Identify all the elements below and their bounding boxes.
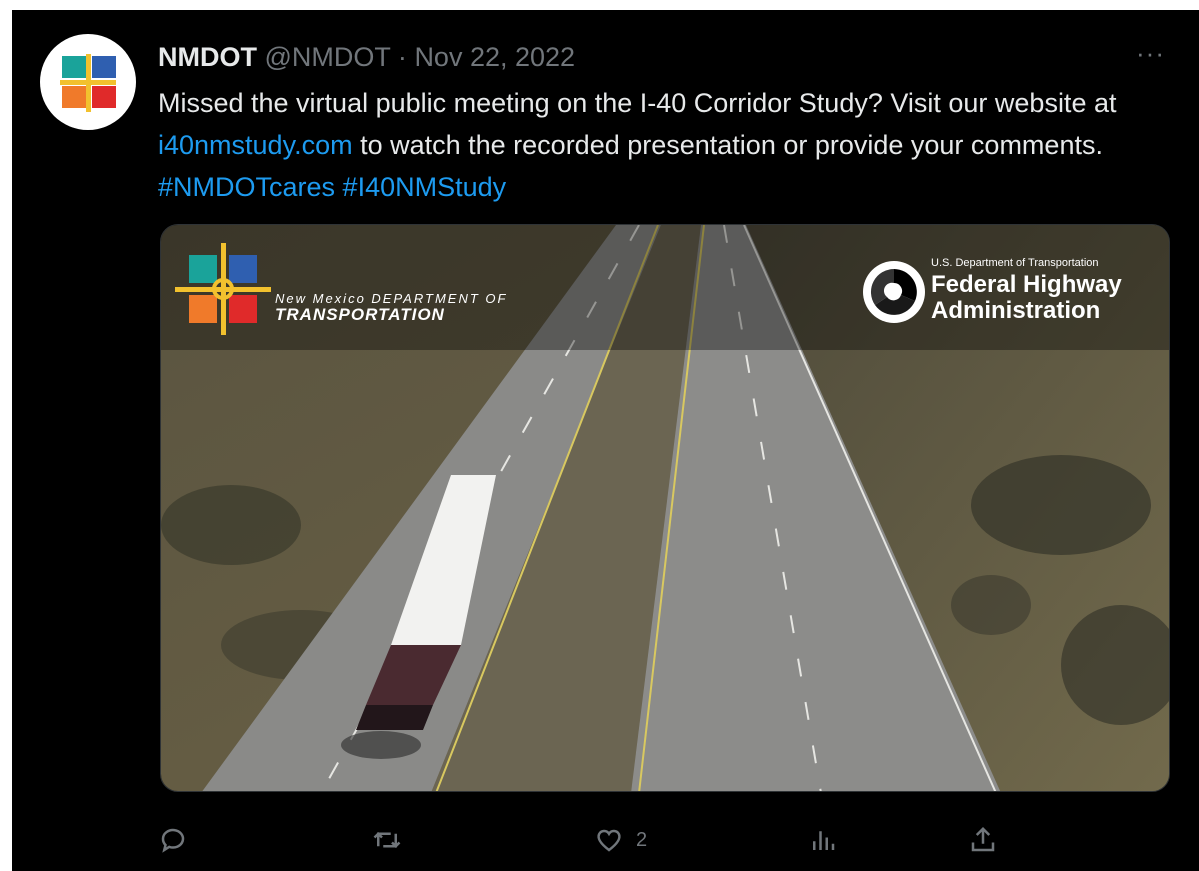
author-handle[interactable]: @NMDOT — [265, 42, 391, 72]
share-icon — [971, 826, 995, 852]
avatar-zia-bar-v — [86, 54, 91, 112]
retweet-icon — [373, 831, 401, 849]
more-horizontal-icon[interactable]: ··· — [1136, 38, 1165, 69]
avatar[interactable] — [40, 34, 136, 130]
tweet-media-image[interactable]: New Mexico DEPARTMENT OF TRANSPORTATION … — [160, 224, 1170, 792]
fhwa-emblem-icon — [863, 261, 925, 323]
hashtag-nmdotcares[interactable]: #NMDOTcares — [158, 172, 335, 202]
tweet-header: NMDOT @NMDOT · Nov 22, 2022 — [158, 40, 575, 74]
tweet-text: Missed the virtual public meeting on the… — [158, 82, 1158, 208]
tweet-actions: 2 — [158, 818, 1168, 862]
reply-icon — [161, 828, 185, 853]
nmdot-logo: New Mexico DEPARTMENT OF TRANSPORTATION — [175, 243, 505, 335]
nm-logo-line1: New Mexico DEPARTMENT OF — [275, 291, 508, 306]
author-name[interactable]: NMDOT — [158, 42, 257, 72]
avatar-square-orange — [62, 86, 86, 108]
views-button[interactable] — [808, 818, 838, 862]
hashtag-i40nmstudy[interactable]: #I40NMStudy — [343, 172, 507, 202]
tweet-date[interactable]: Nov 22, 2022 — [414, 42, 575, 72]
tweet-text-part2: to watch the recorded presentation or pr… — [352, 130, 1103, 160]
heart-icon — [597, 829, 621, 852]
tweet-card[interactable]: NMDOT @NMDOT · Nov 22, 2022 ··· Missed t… — [12, 10, 1199, 871]
share-button[interactable] — [968, 818, 998, 862]
zia-logo-icon — [175, 243, 271, 335]
like-button[interactable]: 2 — [594, 818, 647, 862]
tweet-text-part1: Missed the virtual public meeting on the… — [158, 88, 1117, 118]
avatar-square-blue — [92, 56, 116, 78]
header-separator: · — [397, 42, 407, 72]
views-icon — [813, 831, 835, 850]
nm-logo-line2: TRANSPORTATION — [275, 305, 445, 324]
fhwa-line2: Administration — [931, 297, 1101, 324]
avatar-square-teal — [62, 56, 86, 78]
fhwa-logo: U.S. Department of Transportation Federa… — [851, 257, 1151, 327]
fhwa-dept-text: U.S. Department of Transportation — [931, 257, 1099, 269]
avatar-square-red — [92, 86, 116, 108]
fhwa-line1: Federal Highway — [931, 271, 1122, 298]
reply-button[interactable] — [158, 818, 188, 862]
retweet-button[interactable] — [372, 818, 402, 862]
like-count: 2 — [636, 828, 648, 851]
website-link[interactable]: i40nmstudy.com — [158, 130, 353, 160]
